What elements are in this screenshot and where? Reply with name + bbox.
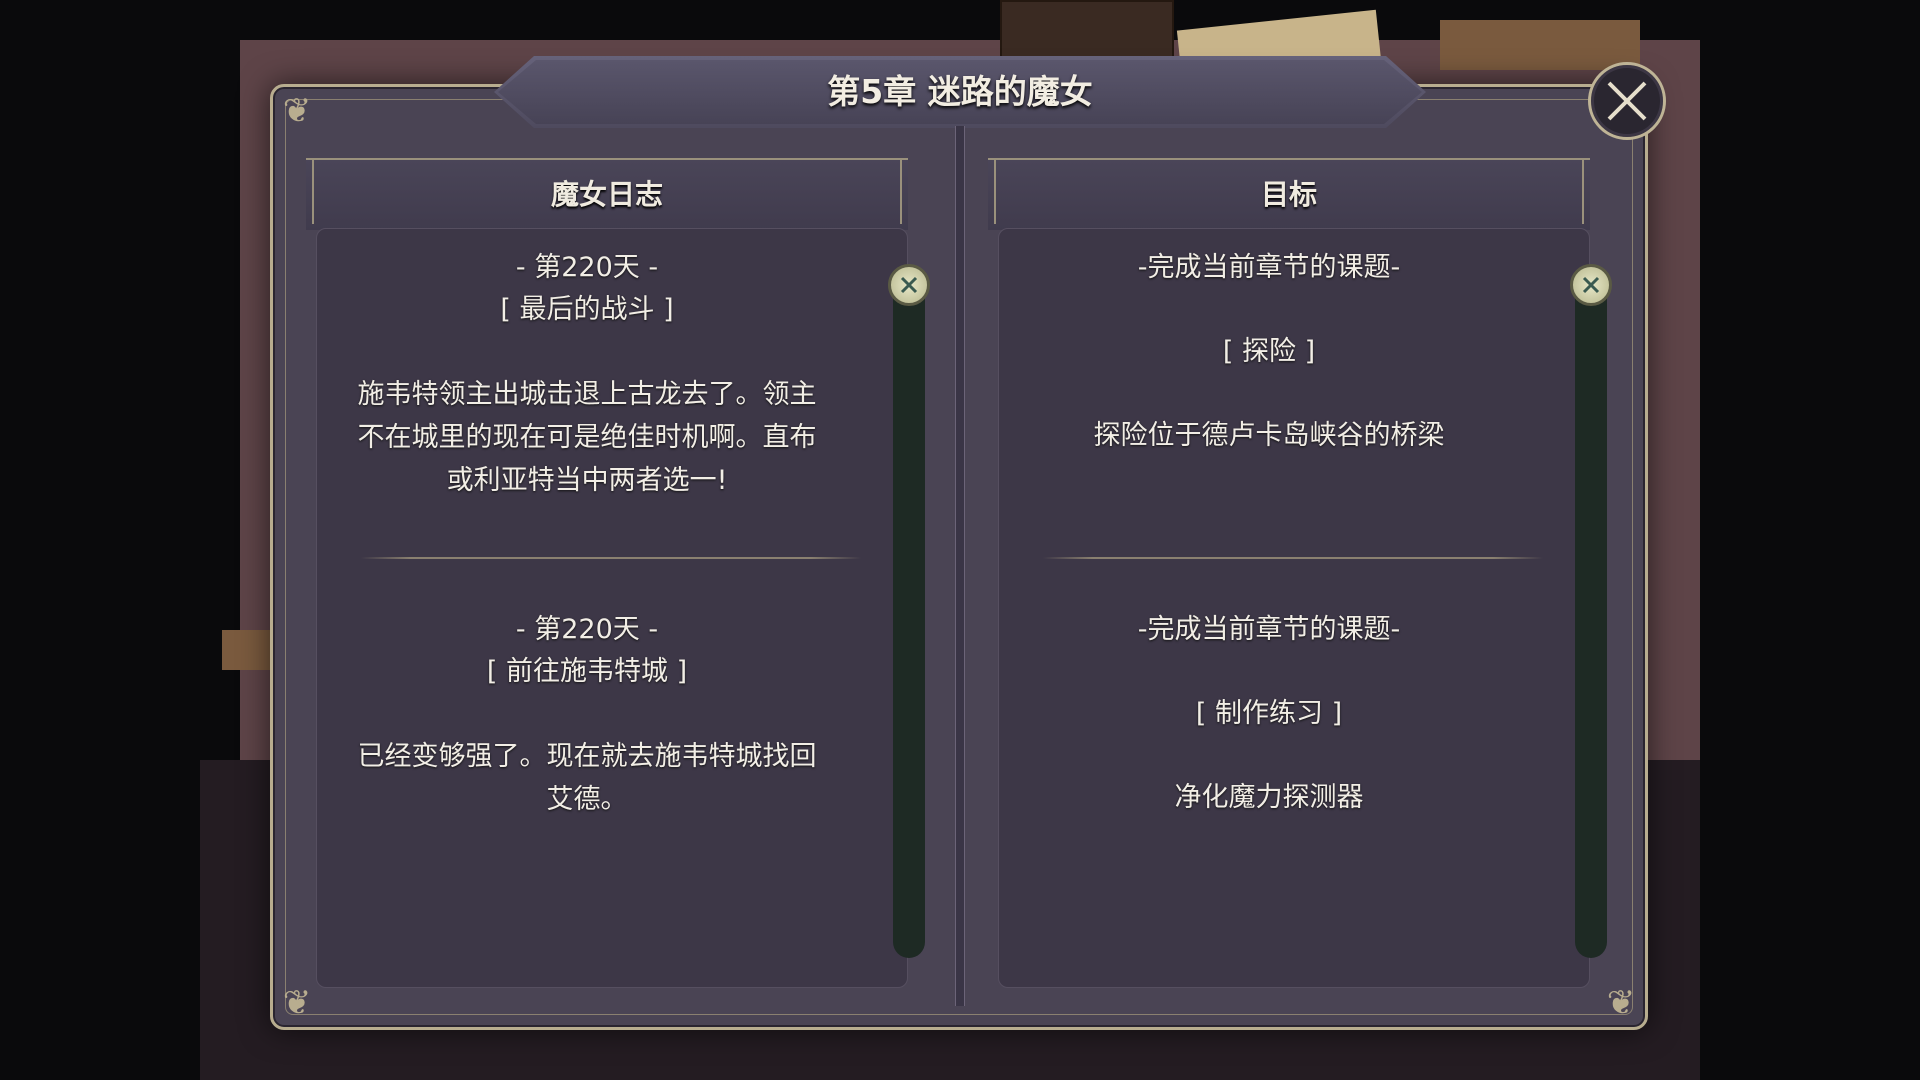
objective-detail: 探险位于德卢卡岛峡谷的桥梁 [1093, 420, 1445, 451]
background-table [1440, 20, 1640, 70]
objectives-header: 目标 [988, 158, 1590, 230]
entry-divider [361, 557, 861, 559]
log-entry: - 第220天 - [ 前往施韦特城 ] 已经变够强了。现在就去施韦特城找回艾德… [317, 609, 857, 821]
close-x-icon [1607, 81, 1647, 121]
objective-heading: -完成当前章节的课题- [1137, 252, 1401, 283]
ornament-icon: ❦ [1606, 983, 1636, 1023]
objective-task: [ 探险 ] [1222, 336, 1316, 367]
objectives-title: 目标 [1260, 178, 1317, 211]
objective-entry: -完成当前章节的课题- [ 探险 ] 探险位于德卢卡岛峡谷的桥梁 [999, 247, 1539, 457]
log-entry: - 第220天 - [ 最后的战斗 ] 施韦特领主出城击退上古龙去了。领主不在城… [317, 247, 857, 502]
log-entry-body: 施韦特领主出城击退上古龙去了。领主不在城里的现在可是绝佳时机啊。直布或利亚特当中… [357, 379, 817, 496]
log-entry-subtitle: [ 最后的战斗 ] [500, 294, 674, 325]
log-entry-day: - 第220天 - [515, 614, 659, 645]
center-divider [955, 126, 965, 1006]
witch-log-column: 魔女日志 - 第220天 - [ 最后的战斗 ] 施韦特领主出城击退上古龙去了。… [306, 158, 908, 992]
objectives-scroll-handle[interactable] [1570, 264, 1612, 306]
objectives-column: 目标 -完成当前章节的课题- [ 探险 ] 探险位于德卢卡岛峡谷的桥梁 -完成当… [988, 158, 1590, 992]
objectives-scrollbar[interactable] [1575, 268, 1607, 958]
witch-log-header: 魔女日志 [306, 158, 908, 230]
objective-heading: -完成当前章节的课题- [1137, 614, 1401, 645]
log-entry-day: - 第220天 - [515, 252, 659, 283]
log-entry-body: 已经变够强了。现在就去施韦特城找回艾德。 [357, 741, 817, 815]
background-ledge [222, 630, 272, 670]
chapter-title: 第5章 迷路的魔女 [827, 72, 1093, 111]
witch-log-title: 魔女日志 [550, 178, 663, 211]
objective-detail: 净化魔力探测器 [1174, 782, 1364, 813]
entry-divider [1043, 557, 1543, 559]
objective-entry: -完成当前章节的课题- [ 制作练习 ] 净化魔力探测器 [999, 609, 1539, 819]
witch-log-body[interactable]: - 第220天 - [ 最后的战斗 ] 施韦特领主出城击退上古龙去了。领主不在城… [316, 228, 908, 988]
log-entry-subtitle: [ 前往施韦特城 ] [486, 656, 688, 687]
witch-log-scroll-handle[interactable] [888, 264, 930, 306]
x-mark-icon [1582, 276, 1600, 294]
close-button[interactable] [1588, 62, 1666, 140]
witch-log-scrollbar[interactable] [893, 268, 925, 958]
x-mark-icon [900, 276, 918, 294]
ornament-icon: ❦ [282, 91, 312, 131]
title-banner: 第5章 迷路的魔女 [494, 56, 1426, 128]
objectives-body[interactable]: -完成当前章节的课题- [ 探险 ] 探险位于德卢卡岛峡谷的桥梁 -完成当前章节… [998, 228, 1590, 988]
objective-task: [ 制作练习 ] [1195, 698, 1343, 729]
